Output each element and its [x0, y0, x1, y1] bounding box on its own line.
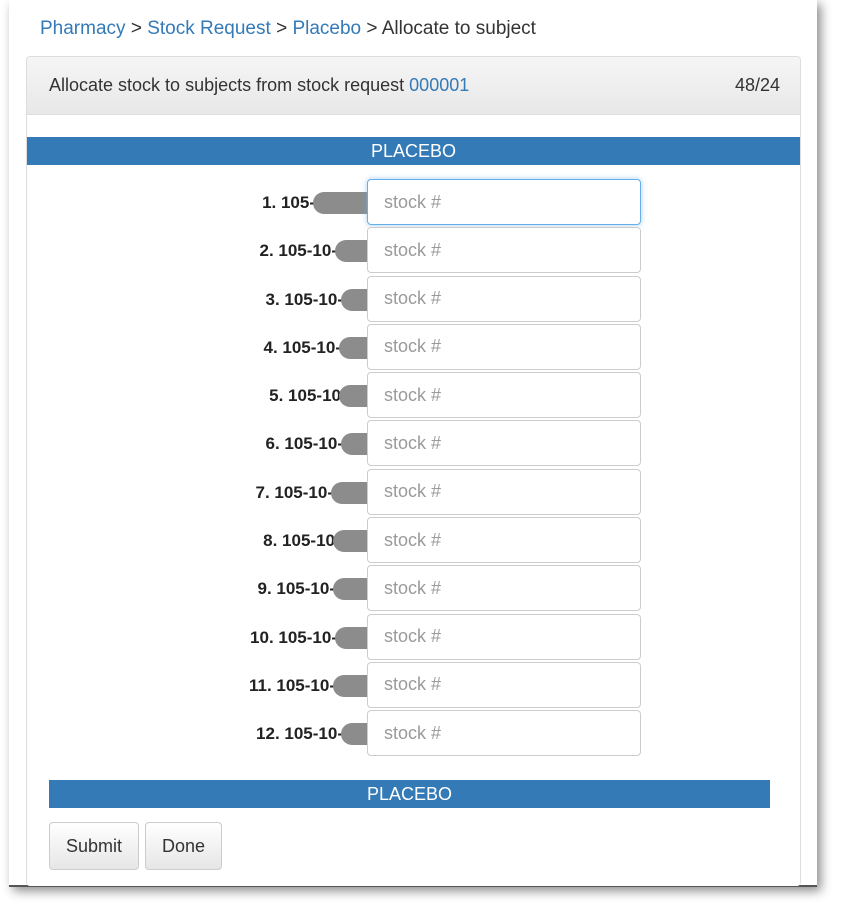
panel-heading: Allocate stock to subjects from stock re… — [27, 57, 800, 115]
subject-row: 12. 105-10- — [27, 710, 800, 758]
panel-title-text: Allocate stock to subjects from stock re… — [49, 75, 405, 95]
subject-id-label: 12. 105-10- — [256, 724, 343, 744]
stock-number-input[interactable] — [367, 227, 641, 274]
stock-request-id-link[interactable]: 000001 — [409, 75, 469, 95]
subject-row: 2. 105-10- — [27, 227, 800, 275]
breadcrumb-current: Allocate to subject — [381, 18, 536, 39]
form-actions: Submit Done — [49, 822, 223, 870]
allocation-count: 48/24 — [734, 75, 780, 95]
subject-row: 10. 105-10- — [27, 613, 800, 662]
breadcrumb-separator: > — [366, 18, 378, 39]
subject-id-label: 9. 105-10- — [257, 579, 336, 599]
subject-id-label: 4. 105-10- — [263, 337, 342, 357]
stock-number-input[interactable] — [367, 565, 641, 612]
subject-id-label: 1. 105- — [262, 193, 315, 212]
stock-number-input[interactable] — [367, 179, 641, 225]
subject-id-label: 10. 105-10- — [250, 627, 337, 647]
stock-number-input[interactable] — [367, 661, 641, 708]
breadcrumb-pharmacy-link[interactable]: Pharmacy — [40, 18, 126, 39]
subject-id-label: 7. 105-10- — [255, 482, 334, 502]
group-footer-bar: PLACEBO — [49, 780, 770, 808]
subject-row: 9. 105-10- — [27, 565, 800, 613]
breadcrumb: Pharmacy > Stock Request > Placebo > All… — [40, 17, 536, 41]
stock-number-input[interactable] — [367, 323, 641, 370]
stock-number-input[interactable] — [367, 275, 641, 322]
subject-row: 11. 105-10- — [27, 661, 800, 710]
window: Pharmacy > Stock Request > Placebo > All… — [9, 0, 817, 887]
subject-id-label: 3. 105-10- — [265, 289, 344, 309]
stock-number-input[interactable] — [367, 710, 641, 757]
stock-number-input[interactable] — [367, 517, 641, 564]
subject-row: 6. 105-10- — [27, 420, 800, 468]
subject-row: 1. 105- — [27, 179, 800, 227]
subject-id-label: 5. 105-10 — [269, 386, 341, 406]
submit-button[interactable]: Submit — [49, 822, 140, 870]
done-button[interactable]: Done — [145, 822, 223, 870]
breadcrumb-separator: > — [276, 18, 288, 39]
stock-number-input[interactable] — [367, 613, 641, 660]
subject-id-label: 11. 105-10- — [248, 675, 335, 695]
stock-number-input[interactable] — [367, 372, 641, 419]
allocation-panel: Allocate stock to subjects from stock re… — [26, 56, 801, 886]
stock-number-input[interactable] — [367, 468, 641, 515]
allocation-rows: 1. 105- 2. 105-10- 3. 105-10- 4. 105-10- 5. … — [27, 179, 800, 759]
group-header-bar: PLACEBO — [27, 137, 800, 165]
subject-row: 8. 105-10 — [27, 517, 800, 565]
stock-number-input[interactable] — [367, 420, 641, 467]
breadcrumb-separator: > — [130, 18, 142, 39]
subject-row: 5. 105-10 — [27, 372, 800, 420]
subject-id-label: 2. 105-10- — [259, 241, 338, 261]
subject-id-label: 8. 105-10 — [263, 531, 335, 551]
subject-row: 7. 105-10- — [27, 468, 800, 517]
subject-id-label: 6. 105-10- — [265, 434, 344, 454]
subject-row: 4. 105-10- — [27, 323, 800, 372]
breadcrumb-placebo-link[interactable]: Placebo — [292, 18, 361, 39]
subject-row: 3. 105-10- — [27, 275, 800, 324]
breadcrumb-stock-request-link[interactable]: Stock Request — [147, 18, 271, 39]
panel-title: Allocate stock to subjects from stock re… — [49, 75, 469, 96]
